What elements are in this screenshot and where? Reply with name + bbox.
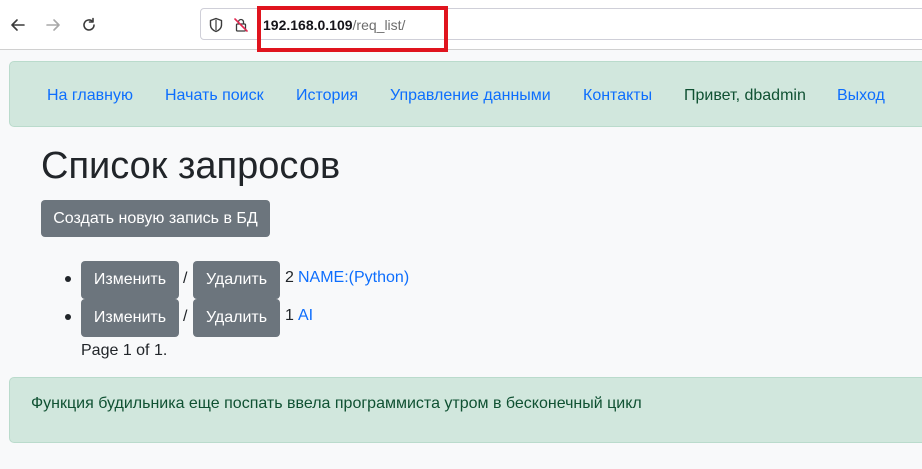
separator: /: [183, 308, 188, 325]
list-item: Изменить / Удалить 1 AI: [65, 299, 425, 337]
arrow-right-icon: [46, 19, 60, 31]
url-highlight-box: [257, 6, 448, 52]
page-title: Список запросов: [41, 145, 341, 187]
back-button[interactable]: [6, 13, 30, 37]
footer-alert: Функция будильника еще поспать ввела про…: [9, 377, 922, 443]
shield-icon[interactable]: [208, 17, 224, 33]
record-id: 1: [285, 307, 294, 324]
separator: /: [183, 270, 188, 287]
list-bullet: [65, 314, 71, 320]
nav-data-management-link[interactable]: Управление данными: [390, 87, 551, 105]
footer-message: Функция будильника еще поспать ввела про…: [31, 395, 642, 412]
top-navbar: На главную Начать поиск История Управлен…: [9, 61, 922, 127]
arrow-left-icon: [11, 19, 25, 31]
record-link[interactable]: AI: [298, 307, 313, 325]
delete-button[interactable]: Удалить: [193, 299, 280, 337]
create-record-button[interactable]: Создать новую запись в БД: [41, 200, 270, 237]
record-id: 2: [285, 269, 294, 286]
nav-search-link[interactable]: Начать поиск: [165, 87, 264, 105]
list-item: Изменить / Удалить 2 NAME:(Python): [65, 261, 425, 299]
nav-contacts-link[interactable]: Контакты: [583, 87, 652, 105]
browser-toolbar: 192.168.0.109/req_list/: [0, 0, 922, 52]
user-greeting: Привет, dbadmin: [684, 87, 806, 104]
reload-button[interactable]: [77, 13, 101, 37]
edit-button[interactable]: Изменить: [81, 299, 179, 337]
nav-logout-link[interactable]: Выход: [837, 87, 885, 105]
record-link[interactable]: NAME:(Python): [298, 269, 409, 287]
forward-button[interactable]: [41, 13, 65, 37]
reload-icon: [83, 17, 95, 31]
nav-history-link[interactable]: История: [296, 87, 358, 105]
nav-home-link[interactable]: На главную: [47, 87, 133, 105]
delete-button[interactable]: Удалить: [193, 261, 280, 299]
insecure-lock-icon[interactable]: [233, 17, 249, 33]
pagination-text: Page 1 of 1.: [81, 342, 168, 359]
edit-button[interactable]: Изменить: [81, 261, 179, 299]
list-bullet: [65, 276, 71, 282]
